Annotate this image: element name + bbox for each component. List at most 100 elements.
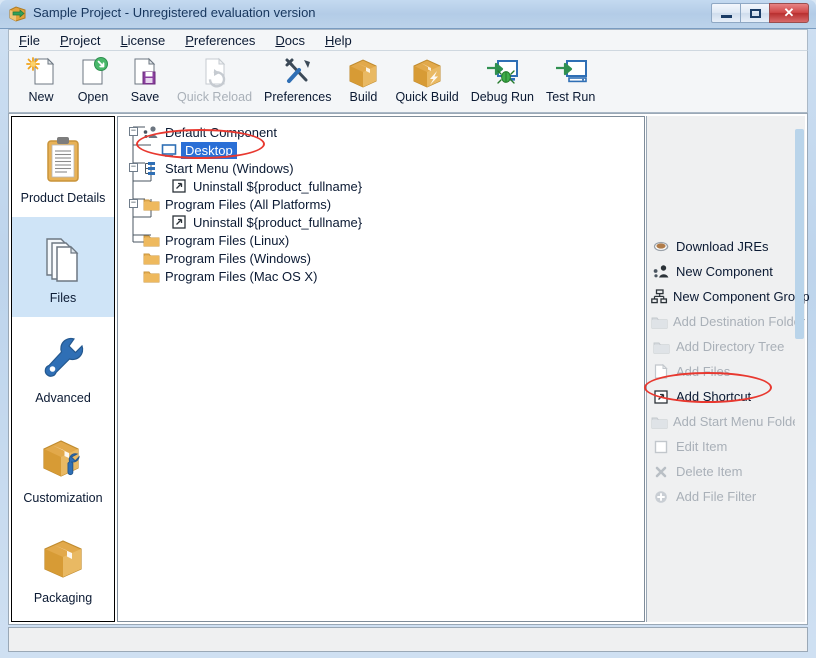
toolbar-open-label: Open bbox=[77, 90, 109, 104]
action-label: Add Start Menu Folder bbox=[673, 414, 804, 429]
menu-help[interactable]: Help bbox=[315, 31, 362, 50]
toolbar-build-button[interactable]: Build bbox=[337, 51, 389, 109]
sidebar-item-files[interactable]: Files bbox=[12, 217, 114, 317]
actions-list: Download JREs New Component New Componen… bbox=[651, 234, 810, 509]
actions-scrollbar-thumb[interactable] bbox=[795, 129, 804, 339]
action-new-component-group[interactable]: New Component Group bbox=[651, 284, 810, 309]
toolbar-debug-run-button[interactable]: Debug Run bbox=[465, 51, 540, 109]
toolbar-build-label: Build bbox=[349, 90, 378, 104]
new-file-icon bbox=[21, 55, 61, 89]
tree-node-start-menu-windows[interactable]: − Start Menu (Windows) bbox=[118, 159, 644, 177]
toolbar-quick-reload-button[interactable]: Quick Reload bbox=[171, 51, 258, 109]
square-icon bbox=[651, 438, 671, 456]
tree-node-label: Program Files (All Platforms) bbox=[165, 196, 332, 212]
toolbar-preferences-label: Preferences bbox=[264, 90, 332, 104]
folder-icon bbox=[142, 232, 160, 248]
toolbar-quick-build-button[interactable]: Quick Build bbox=[389, 51, 464, 109]
toolbar: New Open Save Quick Reload Preferences B… bbox=[8, 51, 808, 113]
action-add-files[interactable]: Add Files bbox=[651, 359, 803, 384]
menu-project[interactable]: Project bbox=[50, 31, 110, 50]
status-bar bbox=[8, 627, 808, 652]
desktop-icon bbox=[160, 142, 178, 158]
toolbar-test-run-button[interactable]: Test Run bbox=[540, 51, 601, 109]
test-run-icon bbox=[551, 55, 591, 89]
menu-preferences[interactable]: Preferences bbox=[175, 31, 265, 50]
minimize-button[interactable] bbox=[711, 3, 740, 23]
action-label: New Component Group bbox=[673, 289, 810, 304]
component-tree-panel[interactable]: − Default Component Desktop − Start Menu… bbox=[117, 116, 645, 622]
shortcut-icon bbox=[170, 214, 188, 230]
action-edit-item[interactable]: Edit Item bbox=[651, 434, 803, 459]
title-bar: Sample Project - Unregistered evaluation… bbox=[0, 0, 816, 29]
action-label: Add Destination Folder bbox=[673, 314, 806, 329]
action-add-start-menu-folder[interactable]: Add Start Menu Folder bbox=[651, 409, 804, 434]
component-icon bbox=[651, 263, 671, 281]
action-label: Edit Item bbox=[676, 439, 728, 454]
action-download-jres[interactable]: Download JREs bbox=[651, 234, 803, 259]
box-lightning-icon bbox=[407, 55, 447, 89]
tree-node-label: Uninstall ${product_fullname} bbox=[193, 214, 363, 230]
maximize-button[interactable] bbox=[740, 3, 769, 23]
action-label: Add File Filter bbox=[676, 489, 757, 504]
wrench-icon bbox=[40, 329, 86, 385]
action-delete-item[interactable]: Delete Item bbox=[651, 459, 803, 484]
app-icon bbox=[9, 6, 26, 22]
tree-node-uninstall-shortcut-start-menu[interactable]: Uninstall ${product_fullname} bbox=[118, 177, 644, 195]
tree-node-label: Program Files (Linux) bbox=[165, 232, 290, 248]
action-add-shortcut[interactable]: Add Shortcut bbox=[651, 384, 803, 409]
tree-node-label: Start Menu (Windows) bbox=[165, 160, 294, 176]
tree-node-program-files-all-platforms[interactable]: − Program Files (All Platforms) bbox=[118, 195, 644, 213]
close-icon: ✕ bbox=[783, 5, 795, 20]
folder-icon bbox=[142, 268, 160, 284]
sidebar-item-advanced[interactable]: Advanced bbox=[12, 317, 114, 417]
tree-node-program-files-macosx[interactable]: Program Files (Mac OS X) bbox=[118, 267, 644, 285]
tree-node-program-files-windows[interactable]: Program Files (Windows) bbox=[118, 249, 644, 267]
box-wrench-icon bbox=[39, 429, 87, 485]
action-label: Download JREs bbox=[676, 239, 769, 254]
component-group-icon bbox=[651, 288, 668, 306]
menu-license[interactable]: License bbox=[110, 31, 175, 50]
action-add-directory-tree[interactable]: Add Directory Tree bbox=[651, 334, 803, 359]
tree-node-uninstall-shortcut-program-files[interactable]: Uninstall ${product_fullname} bbox=[118, 213, 644, 231]
menu-docs[interactable]: Docs bbox=[265, 31, 315, 50]
toolbar-test-run-label: Test Run bbox=[545, 90, 596, 104]
coffee-cup-icon bbox=[651, 238, 671, 256]
sidebar-item-packaging-label: Packaging bbox=[33, 591, 93, 605]
action-new-component[interactable]: New Component bbox=[651, 259, 803, 284]
menu-bar: FFileile Project License Preferences Doc… bbox=[8, 29, 808, 51]
sidebar-item-customization[interactable]: Customization bbox=[12, 417, 114, 517]
shortcut-icon bbox=[170, 178, 188, 194]
action-label: New Component bbox=[676, 264, 773, 279]
tree-expander-start-menu[interactable]: − bbox=[129, 163, 138, 172]
actions-scrollbar[interactable] bbox=[795, 117, 804, 621]
sidebar-nav: Product Details Files Advanced Customiza… bbox=[11, 116, 115, 622]
menu-file[interactable]: FFileile bbox=[9, 31, 50, 50]
file-icon bbox=[651, 363, 671, 381]
toolbar-open-button[interactable]: Open bbox=[67, 51, 119, 109]
folder-icon bbox=[651, 413, 668, 431]
tree-node-program-files-linux[interactable]: Program Files (Linux) bbox=[118, 231, 644, 249]
toolbar-save-button[interactable]: Save bbox=[119, 51, 171, 109]
tree-expander-default-component[interactable]: − bbox=[129, 127, 138, 136]
sidebar-item-product-details[interactable]: Product Details bbox=[12, 117, 114, 217]
toolbar-quick-reload-label: Quick Reload bbox=[177, 90, 253, 104]
toolbar-new-button[interactable]: New bbox=[15, 51, 67, 109]
sidebar-item-packaging[interactable]: Packaging bbox=[12, 517, 114, 617]
action-label: Add Directory Tree bbox=[676, 339, 785, 354]
component-icon bbox=[142, 124, 160, 140]
action-add-file-filter[interactable]: Add File Filter bbox=[651, 484, 803, 509]
close-button[interactable]: ✕ bbox=[769, 3, 809, 23]
tree-node-desktop[interactable]: Desktop bbox=[118, 141, 644, 159]
toolbar-preferences-button[interactable]: Preferences bbox=[258, 51, 337, 109]
action-label: Delete Item bbox=[676, 464, 743, 479]
action-label: Add Files bbox=[676, 364, 731, 379]
x-mark-icon bbox=[651, 463, 671, 481]
folder-icon bbox=[651, 313, 668, 331]
packaging-box-icon bbox=[39, 529, 87, 585]
toolbar-debug-run-label: Debug Run bbox=[470, 90, 534, 104]
tree-node-default-component[interactable]: − Default Component bbox=[118, 123, 644, 141]
start-menu-icon bbox=[142, 160, 160, 176]
save-disk-icon bbox=[125, 55, 165, 89]
tree-expander-program-files-all[interactable]: − bbox=[129, 199, 138, 208]
action-add-destination-folder[interactable]: Add Destination Folder bbox=[651, 309, 806, 334]
